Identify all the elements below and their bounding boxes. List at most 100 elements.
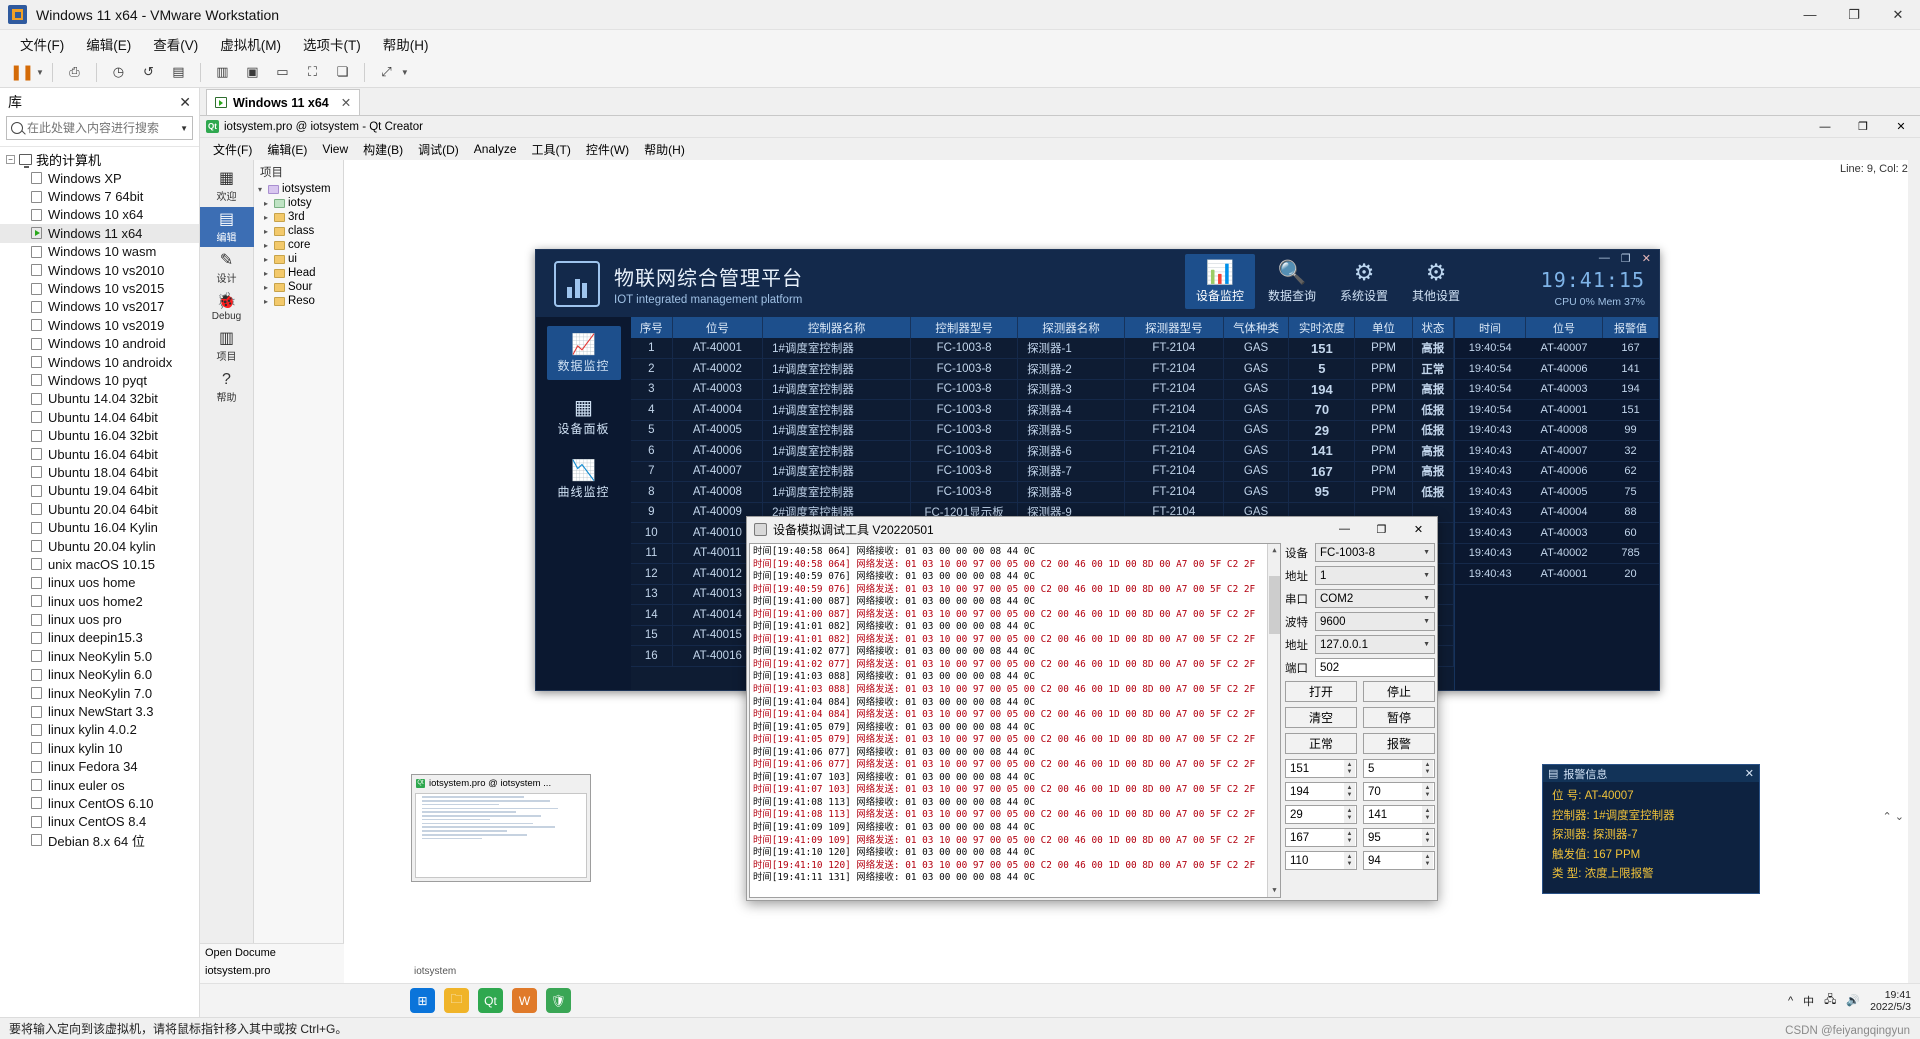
sidebar-item-2[interactable]: 📉曲线监控 <box>547 452 621 506</box>
project-tree-item[interactable]: ▸iotsy <box>254 196 343 210</box>
qt-menu-item[interactable]: 调试(D) <box>411 139 466 160</box>
spinner-arrows-icon[interactable]: ▲▼ <box>1422 760 1433 777</box>
menu-vm[interactable]: 虚拟机(M) <box>210 31 291 57</box>
show-library-icon[interactable]: ▥ <box>209 60 236 84</box>
vm-list-item[interactable]: Windows 7 64bit <box>0 187 199 205</box>
project-tree-item[interactable]: ▸ui <box>254 252 343 266</box>
scroll-up-icon[interactable]: ▲ <box>1268 544 1281 557</box>
nav-other-settings[interactable]: ⚙其他设置 <box>1401 254 1471 309</box>
qt-mode-帮助[interactable]: ?帮助 <box>200 367 254 407</box>
minimize-button[interactable]: — <box>1599 252 1610 265</box>
spinner-arrows-icon[interactable]: ▲▼ <box>1422 852 1433 869</box>
vm-list-item[interactable]: linux uos home <box>0 574 199 592</box>
close-button[interactable]: ✕ <box>1882 116 1920 138</box>
vm-list-item[interactable]: linux NewStart 3.3 <box>0 702 199 720</box>
volume-icon[interactable]: 🔊 <box>1846 994 1860 1007</box>
column-header[interactable]: 实时浓度 <box>1289 317 1355 338</box>
column-header[interactable]: 序号 <box>631 317 672 338</box>
close-button[interactable]: ✕ <box>1400 517 1437 541</box>
spinner[interactable]: 151▲▼ <box>1285 759 1357 778</box>
vm-list-item[interactable]: Ubuntu 19.04 64bit <box>0 482 199 500</box>
vm-list-item[interactable]: linux Fedora 34 <box>0 758 199 776</box>
vm-list-item[interactable]: Windows 10 wasm <box>0 243 199 261</box>
debug-log[interactable]: 时间[19:40:58 064] 网络接收: 01 03 00 00 00 08… <box>749 543 1281 898</box>
editor-nav-icons[interactable]: ⌃ ⌄ <box>1883 810 1905 823</box>
chevron-right-icon[interactable]: ▸ <box>264 199 271 208</box>
guest-screen[interactable]: Qt iotsystem.pro @ iotsystem - Qt Creato… <box>200 116 1920 1017</box>
spinner[interactable]: 95▲▼ <box>1363 828 1435 847</box>
chevron-right-icon[interactable]: ▸ <box>264 255 271 264</box>
show-thumbnails-icon[interactable]: ▣ <box>239 60 266 84</box>
start-icon[interactable]: ⊞ <box>410 988 435 1013</box>
close-button[interactable]: ✕ <box>1642 252 1651 265</box>
debug-button[interactable]: 报警 <box>1363 733 1435 754</box>
qt-menu-item[interactable]: Analyze <box>467 140 524 158</box>
console-view-icon[interactable]: ▭ <box>269 60 296 84</box>
vm-list-item[interactable]: linux kylin 10 <box>0 739 199 757</box>
file-explorer-icon[interactable]: 🗀 <box>444 988 469 1013</box>
column-header[interactable]: 状态 <box>1412 317 1453 338</box>
combo-2[interactable]: COM2▼ <box>1315 589 1435 608</box>
chevron-down-icon[interactable]: ▼ <box>1423 595 1430 602</box>
project-tree-item[interactable]: ▸Reso <box>254 294 343 308</box>
spinner-arrows-icon[interactable]: ▲▼ <box>1344 852 1355 869</box>
table-row[interactable]: 3AT-400031#调度室控制器FC-1003-8探测器-3FT-2104GA… <box>631 379 1454 400</box>
open-document-item[interactable]: iotsystem.pro <box>205 965 345 977</box>
tree-root-my-computer[interactable]: − 我的计算机 <box>0 150 199 169</box>
close-icon[interactable]: ✕ <box>179 94 191 111</box>
chevron-right-icon[interactable]: ▸ <box>264 213 271 222</box>
column-header[interactable]: 控制器型号 <box>911 317 1018 338</box>
sidebar-item-0[interactable]: 📈数据监控 <box>547 326 621 380</box>
vm-list-item[interactable]: Windows 10 x64 <box>0 206 199 224</box>
chevron-right-icon[interactable]: ▸ <box>264 269 271 278</box>
vm-list-item[interactable]: Windows 10 androidx <box>0 353 199 371</box>
debug-button[interactable]: 打开 <box>1285 681 1357 702</box>
snapshot-icon[interactable]: ◷ <box>105 60 132 84</box>
spinner[interactable]: 194▲▼ <box>1285 782 1357 801</box>
spinner[interactable]: 94▲▼ <box>1363 851 1435 870</box>
unity-mode-icon[interactable]: ❏ <box>329 60 356 84</box>
menu-view[interactable]: 查看(V) <box>143 31 208 57</box>
qt-menu-item[interactable]: 帮助(H) <box>637 139 692 160</box>
menu-help[interactable]: 帮助(H) <box>373 31 439 57</box>
maximize-button[interactable]: ❐ <box>1832 0 1876 30</box>
debug-button[interactable]: 停止 <box>1363 681 1435 702</box>
full-screen-icon[interactable]: ⛶ <box>299 60 326 84</box>
qt-menu-item[interactable]: 构建(B) <box>356 139 410 160</box>
spinner[interactable]: 141▲▼ <box>1363 805 1435 824</box>
close-icon[interactable]: ✕ <box>1745 767 1754 780</box>
pause-vm-icon[interactable]: ❚❚ <box>8 60 35 84</box>
chevron-down-icon[interactable]: ▼ <box>180 124 188 133</box>
spinner[interactable]: 29▲▼ <box>1285 805 1357 824</box>
minimize-button[interactable]: — <box>1788 0 1832 30</box>
vm-list-item[interactable]: Windows 11 x64 <box>0 224 199 242</box>
vm-list-item[interactable]: Windows 10 vs2010 <box>0 261 199 279</box>
menu-file[interactable]: 文件(F) <box>10 31 74 57</box>
app-icon[interactable]: W <box>512 988 537 1013</box>
qt-menu-item[interactable]: 编辑(E) <box>260 139 314 160</box>
table-row[interactable]: 1AT-400011#调度室控制器FC-1003-8探测器-1FT-2104GA… <box>631 338 1454 359</box>
qt-menu-item[interactable]: View <box>315 140 355 158</box>
debug-button[interactable]: 清空 <box>1285 707 1357 728</box>
debug-button[interactable]: 暂停 <box>1363 707 1435 728</box>
menu-tabs[interactable]: 选项卡(T) <box>293 31 371 57</box>
vm-list-item[interactable]: linux deepin15.3 <box>0 629 199 647</box>
combo-1[interactable]: 1▼ <box>1315 566 1435 585</box>
send-ctrl-alt-del-icon[interactable]: ⎙ <box>61 60 88 84</box>
chevron-right-icon[interactable]: ▸ <box>264 283 271 292</box>
project-tree-item[interactable]: ▸core <box>254 238 343 252</box>
qt-menu-item[interactable]: 文件(F) <box>206 139 259 160</box>
vm-list-item[interactable]: linux NeoKylin 7.0 <box>0 684 199 702</box>
column-header[interactable]: 控制器名称 <box>763 317 911 338</box>
maximize-button[interactable]: ❐ <box>1844 116 1882 138</box>
qtcreator-preview-window[interactable]: Qt iotsystem.pro @ iotsystem ... <box>411 774 591 882</box>
vm-list-item[interactable]: Ubuntu 20.04 64bit <box>0 500 199 518</box>
nav-data-query[interactable]: 🔍数据查询 <box>1257 254 1327 309</box>
table-row[interactable]: 5AT-400051#调度室控制器FC-1003-8探测器-5FT-2104GA… <box>631 420 1454 441</box>
maximize-button[interactable]: ❐ <box>1621 252 1631 265</box>
tray-expand-icon[interactable]: ^ <box>1788 995 1793 1007</box>
column-header[interactable]: 探测器名称 <box>1018 317 1125 338</box>
column-header[interactable]: 位号 <box>672 317 762 338</box>
vm-list-item[interactable]: Windows 10 pyqt <box>0 371 199 389</box>
expand-dropdown-icon[interactable]: ▼ <box>401 68 409 77</box>
